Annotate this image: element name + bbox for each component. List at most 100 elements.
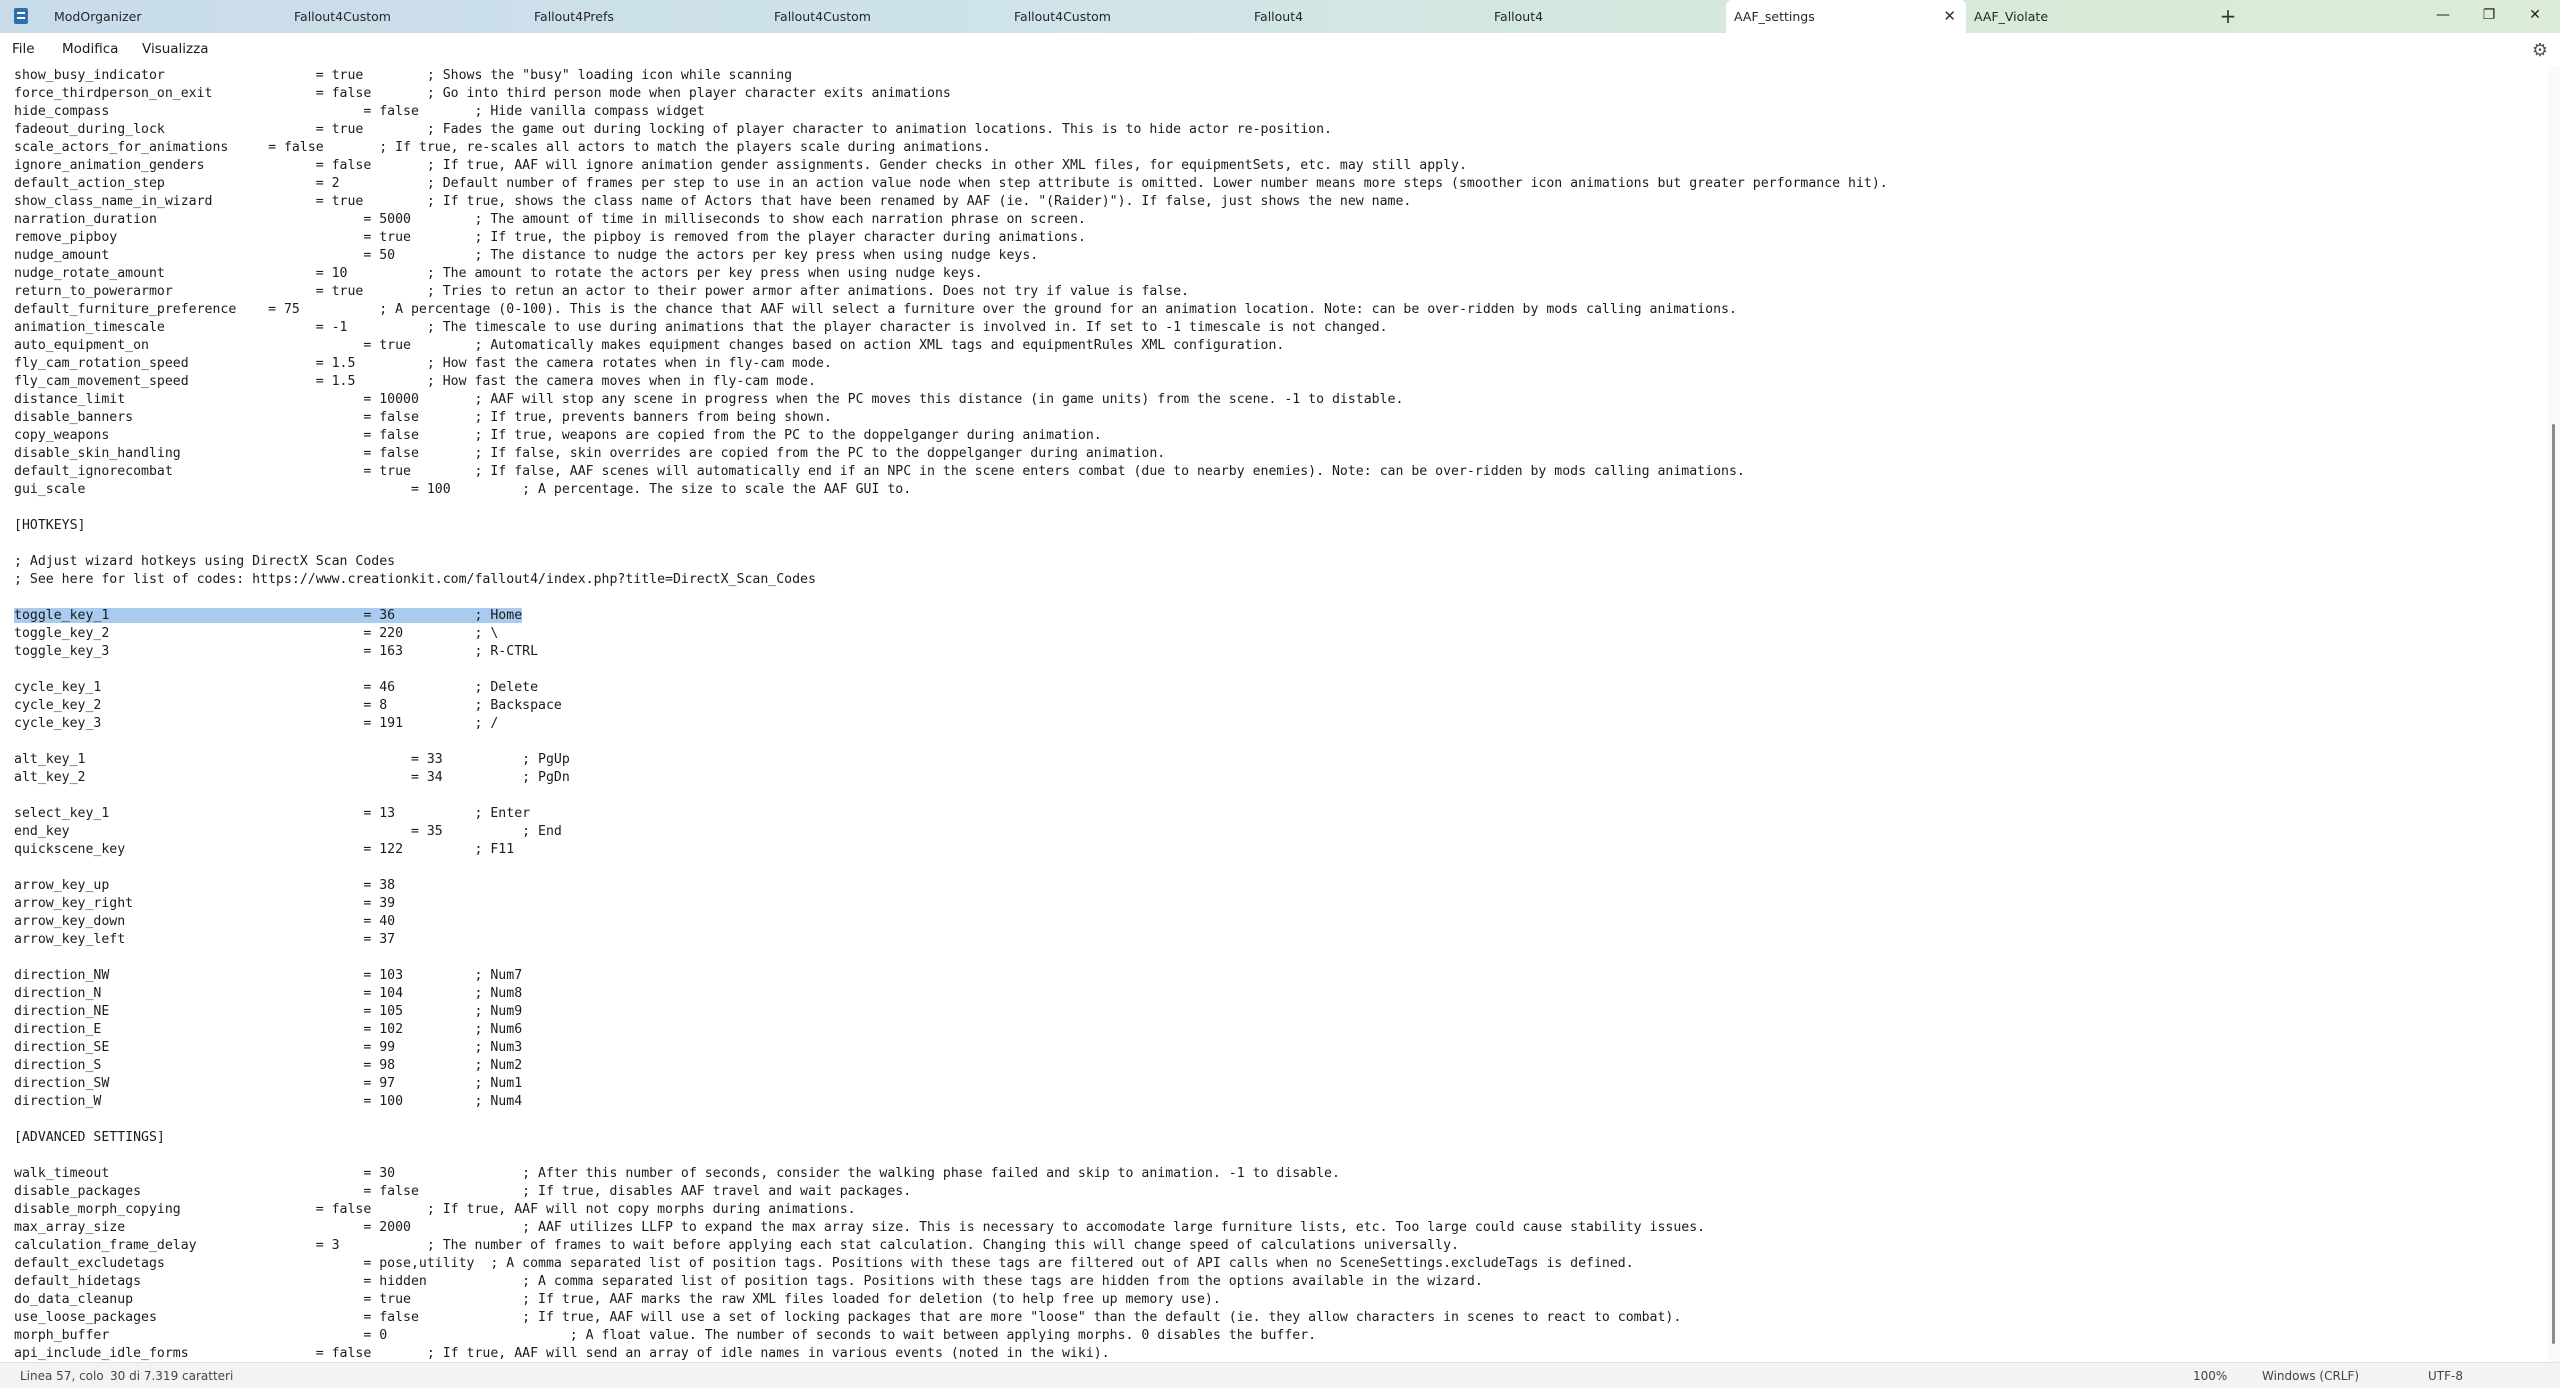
editor-line: ; Adjust wizard hotkeys using DirectX Sc… [14, 554, 396, 569]
tab-8[interactable]: AAF_Violate [1966, 0, 2206, 33]
editor-line: do_data_cleanup = true ; If true, AAF ma… [14, 1292, 1221, 1307]
editor-line: nudge_amount = 50 ; The distance to nudg… [14, 248, 1039, 263]
editor-line: morph_buffer = 0 ; A float value. The nu… [14, 1328, 1317, 1343]
editor-line: default_action_step = 2 ; Default number… [14, 176, 1888, 191]
tab-label: ModOrganizer [54, 9, 142, 24]
notepad-app-icon[interactable] [14, 8, 28, 24]
editor-line: ignore_animation_genders = false ; If tr… [14, 158, 1467, 173]
editor-line: quickscene_key = 122 ; F11 [14, 842, 515, 857]
selected-text: toggle_key_1 = 36 ; Home [14, 608, 523, 623]
editor-line: nudge_rotate_amount = 10 ; The amount to… [14, 266, 983, 281]
editor-line: toggle_key_3 = 163 ; R-CTRL [14, 644, 539, 659]
new-tab-button[interactable]: + [2218, 0, 2238, 33]
editor-line: max_array_size = 2000 ; AAF utilizes LLF… [14, 1220, 1706, 1235]
editor-line: ; See here for list of codes: https://ww… [14, 572, 816, 587]
editor-line: [HOTKEYS] [14, 518, 86, 533]
editor-line: end_key = 35 ; End [14, 824, 562, 839]
editor-line: default_excludetags = pose,utility ; A c… [14, 1256, 1634, 1271]
editor-line: animation_timescale = -1 ; The timescale… [14, 320, 1388, 335]
editor-line: scale_actors_for_animations = false ; If… [14, 140, 991, 155]
editor-line: alt_key_2 = 34 ; PgDn [14, 770, 570, 785]
tab-close-icon[interactable]: ✕ [1943, 0, 1956, 33]
tab-label: Fallout4Custom [294, 9, 391, 24]
editor-line: direction_S = 98 ; Num2 [14, 1058, 523, 1073]
cursor-position: Linea 57, colo [20, 1369, 104, 1383]
title-bar: ModOrganizer Fallout4Custom Fallout4Prefs F… [0, 0, 2560, 33]
editor-line: direction_SW = 97 ; Num1 [14, 1076, 523, 1091]
tab-label: Fallout4Custom [774, 9, 871, 24]
editor-line: auto_equipment_on = true ; Automatically… [14, 338, 1285, 353]
tab-label: Fallout4Custom [1014, 9, 1111, 24]
settings-gear-icon[interactable]: ⚙ [2532, 40, 2548, 61]
menu-edit[interactable]: Modifica [62, 41, 118, 57]
editor-line: fly_cam_rotation_speed = 1.5 ; How fast … [14, 356, 832, 371]
editor-line: use_loose_packages = false ; If true, AA… [14, 1310, 1682, 1325]
tab-label: Fallout4 [1254, 9, 1304, 24]
selection-count: 30 di 7.319 caratteri [110, 1369, 234, 1383]
editor-line: calculation_frame_delay = 3 ; The number… [14, 1238, 1459, 1253]
tab-label: Fallout4 [1494, 9, 1544, 24]
editor-line: fly_cam_movement_speed = 1.5 ; How fast … [14, 374, 816, 389]
menu-bar: File Modifica Visualizza ⚙ [0, 33, 2560, 66]
status-bar: Linea 57, colo 30 di 7.319 caratteri 100… [0, 1362, 2560, 1388]
editor-line: arrow_key_up = 38 [14, 878, 396, 893]
editor-line: direction_NE = 105 ; Num9 [14, 1004, 523, 1019]
editor-line: toggle_key_1 = 36 ; Home [14, 607, 523, 625]
editor-line: default_ignorecombat = true ; If false, … [14, 464, 1745, 479]
tab-5[interactable]: Fallout4 [1246, 0, 1486, 33]
editor-line: cycle_key_3 = 191 ; / [14, 716, 499, 731]
zoom-level[interactable]: 100% [2193, 1369, 2227, 1383]
editor-line: narration_duration = 5000 ; The amount o… [14, 212, 1086, 227]
editor-line: [ADVANCED SETTINGS] [14, 1130, 165, 1145]
menu-view[interactable]: Visualizza [142, 41, 209, 57]
editor-line: arrow_key_right = 39 [14, 896, 396, 911]
editor-line: show_busy_indicator = true ; Shows the "… [14, 68, 793, 83]
editor-line: hide_compass = false ; Hide vanilla comp… [14, 104, 705, 119]
tab-4[interactable]: Fallout4Custom [1006, 0, 1246, 33]
editor-line: direction_W = 100 ; Num4 [14, 1094, 523, 1109]
editor-line: disable_skin_handling = false ; If false… [14, 446, 1166, 461]
editor-line: direction_N = 104 ; Num8 [14, 986, 523, 1001]
tab-1[interactable]: Fallout4Custom [286, 0, 526, 33]
editor-line: alt_key_1 = 33 ; PgUp [14, 752, 570, 767]
tab-6[interactable]: Fallout4 [1486, 0, 1726, 33]
tab-0[interactable]: ModOrganizer [46, 0, 286, 33]
editor-line: show_class_name_in_wizard = true ; If tr… [14, 194, 1412, 209]
encoding[interactable]: UTF-8 [2428, 1369, 2463, 1383]
text-editor-area[interactable]: show_busy_indicator = true ; Shows the "… [0, 66, 2548, 1362]
editor-line: default_furniture_preference = 75 ; A pe… [14, 302, 1737, 317]
menu-file[interactable]: File [12, 41, 35, 57]
editor-line: walk_timeout = 30 ; After this number of… [14, 1166, 1340, 1181]
editor-line: cycle_key_2 = 8 ; Backspace [14, 698, 562, 713]
editor-line: direction_E = 102 ; Num6 [14, 1022, 523, 1037]
editor-line: arrow_key_down = 40 [14, 914, 396, 929]
editor-line: disable_morph_copying = false ; If true,… [14, 1202, 856, 1217]
editor-line: remove_pipboy = true ; If true, the pipb… [14, 230, 1086, 245]
editor-line: distance_limit = 10000 ; AAF will stop a… [14, 392, 1404, 407]
close-window-button[interactable]: ✕ [2512, 0, 2558, 33]
editor-line: select_key_1 = 13 ; Enter [14, 806, 531, 821]
editor-line: direction_NW = 103 ; Num7 [14, 968, 523, 983]
editor-line: return_to_powerarmor = true ; Tries to r… [14, 284, 1190, 299]
editor-line: disable_banners = false ; If true, preve… [14, 410, 832, 425]
editor-line: arrow_key_left = 37 [14, 932, 396, 947]
editor-line: api_include_idle_forms = false ; If true… [14, 1346, 1110, 1361]
editor-line: default_hidetags = hidden ; A comma sepa… [14, 1274, 1483, 1289]
editor-line: cycle_key_1 = 46 ; Delete [14, 680, 539, 695]
minimize-button[interactable]: — [2420, 0, 2466, 33]
tab-strip: ModOrganizer Fallout4Custom Fallout4Prefs F… [46, 0, 2206, 33]
vertical-scrollbar[interactable] [2548, 66, 2560, 1362]
editor-line: direction_SE = 99 ; Num3 [14, 1040, 523, 1055]
line-ending[interactable]: Windows (CRLF) [2262, 1369, 2359, 1383]
editor-line: copy_weapons = false ; If true, weapons … [14, 428, 1102, 443]
editor-line: fadeout_during_lock = true ; Fades the g… [14, 122, 1332, 137]
tab-label: Fallout4Prefs [534, 9, 614, 24]
editor-line: toggle_key_2 = 220 ; \ [14, 626, 499, 641]
editor-line: gui_scale = 100 ; A percentage. The size… [14, 482, 912, 497]
tab-3[interactable]: Fallout4Custom [766, 0, 1006, 33]
tab-label: AAF_Violate [1974, 9, 2049, 24]
tab-7[interactable]: AAF_settings ✕ [1726, 0, 1966, 33]
tab-2[interactable]: Fallout4Prefs [526, 0, 766, 33]
scrollbar-thumb[interactable] [2552, 424, 2555, 1344]
maximize-button[interactable]: ❐ [2466, 0, 2512, 33]
